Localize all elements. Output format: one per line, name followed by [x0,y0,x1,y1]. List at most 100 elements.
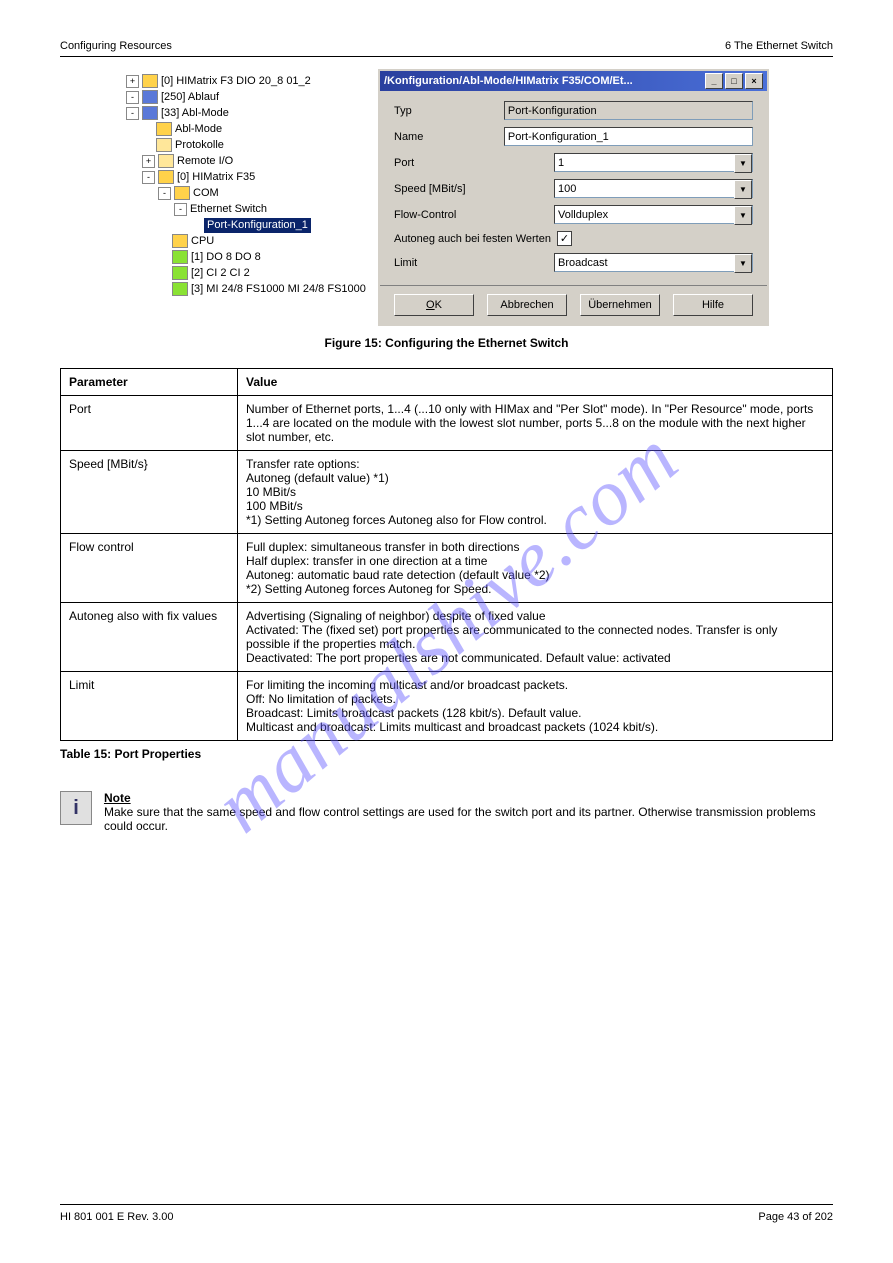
header-left: Configuring Resources [60,40,172,52]
tree-item-icon [156,122,172,136]
param-name: Port [61,396,238,451]
param-value: For limiting the incoming multicast and/… [238,672,833,741]
chevron-down-icon[interactable]: ▼ [734,254,752,273]
tree-node[interactable]: [2] CI 2 CI 2 [126,265,376,281]
tree-node[interactable]: Port-Konfiguration_1 [126,217,376,233]
field-port[interactable] [554,153,753,172]
tree-item-label: Remote I/O [177,154,233,169]
info-icon: i [60,791,92,825]
tree-item-label: Port-Konfiguration_1 [204,218,311,233]
tree-node[interactable]: Abl-Mode [126,121,376,137]
table-row: Autoneg also with fix valuesAdvertising … [61,603,833,672]
close-icon[interactable]: × [745,73,763,89]
tree-node[interactable]: -Ethernet Switch [126,201,376,217]
tree-node[interactable]: Protokolle [126,137,376,153]
note-body: Make sure that the same speed and flow c… [104,805,833,833]
field-name[interactable] [504,127,753,146]
field-typ [504,101,753,120]
tree-node[interactable]: + Remote I/O [126,153,376,169]
expand-icon[interactable]: - [158,187,171,200]
tree-item-label: Ethernet Switch [190,202,267,217]
dialog-titlebar[interactable]: /Konfiguration/Abl-Mode/HIMatrix F35/COM… [380,71,767,91]
header-right: 6 The Ethernet Switch [725,40,833,52]
expand-icon[interactable]: - [174,203,187,216]
minimize-icon[interactable]: _ [705,73,723,89]
tree-item-label: [2] CI 2 CI 2 [191,266,250,281]
tree-item-icon [142,90,158,104]
maximize-icon[interactable]: □ [725,73,743,89]
tree-node[interactable]: -[250] Ablauf [126,89,376,105]
tree-node[interactable]: - [33] Abl-Mode [126,105,376,121]
screenshot: + [0] HIMatrix F3 DIO 20_8 01_2-[250] Abl… [124,69,769,326]
chevron-down-icon[interactable]: ▼ [734,180,752,199]
label-limit: Limit [394,257,554,269]
field-limit[interactable] [554,253,753,272]
label-autoneg: Autoneg auch bei festen Werten [394,233,551,245]
tree-item-icon [172,282,188,296]
tree-item-icon [174,186,190,200]
table-row: LimitFor limiting the incoming multicast… [61,672,833,741]
tree-node[interactable]: - [0] HIMatrix F35 [126,169,376,185]
tree-node[interactable]: + [0] HIMatrix F3 DIO 20_8 01_2 [126,73,376,89]
tree-item-label: [0] HIMatrix F3 DIO 20_8 01_2 [161,74,311,89]
th-parameter: Parameter [61,369,238,396]
field-flow-control[interactable] [554,205,753,224]
tree-node[interactable]: CPU [126,233,376,249]
param-name: Limit [61,672,238,741]
param-value: Transfer rate options:Autoneg (default v… [238,451,833,534]
label-name: Name [394,131,504,143]
param-name: Speed [MBit/s} [61,451,238,534]
expand-icon[interactable]: - [142,171,155,184]
field-speed[interactable] [554,179,753,198]
table-row: PortNumber of Ethernet ports, 1...4 (...… [61,396,833,451]
tree-item-icon [156,138,172,152]
figure-caption: Figure 15: Configuring the Ethernet Swit… [60,336,833,350]
table-row: Speed [MBit/s}Transfer rate options:Auto… [61,451,833,534]
expand-icon[interactable]: - [126,91,139,104]
expand-icon[interactable]: + [126,75,139,88]
tree-view[interactable]: + [0] HIMatrix F3 DIO 20_8 01_2-[250] Abl… [124,69,378,326]
tree-node[interactable]: [3] MI 24/8 FS1000 MI 24/8 FS1000 [126,281,376,297]
tree-item-label: [33] Abl-Mode [161,106,229,121]
label-port: Port [394,157,554,169]
note-heading: Note [104,791,833,805]
label-typ: Typ [394,105,504,117]
tree-node[interactable]: [1] DO 8 DO 8 [126,249,376,265]
tree-item-icon [158,154,174,168]
tree-item-label: [0] HIMatrix F35 [177,170,255,185]
th-value: Value [238,369,833,396]
dialog-title: /Konfiguration/Abl-Mode/HIMatrix F35/COM… [384,75,703,87]
tree-item-label: Protokolle [175,138,224,153]
table-caption: Table 15: Port Properties [60,747,833,761]
tree-item-icon [172,250,188,264]
label-speed: Speed [MBit/s] [394,183,554,195]
expand-icon[interactable]: - [126,107,139,120]
expand-icon[interactable]: + [142,155,155,168]
param-value: Full duplex: simultaneous transfer in bo… [238,534,833,603]
checkbox-autoneg[interactable]: ✓ [557,231,572,246]
footer-left: HI 801 001 E Rev. 3.00 [60,1211,174,1223]
tree-item-label: Abl-Mode [175,122,222,137]
tree-item-label: [1] DO 8 DO 8 [191,250,261,265]
note-block: i Note Make sure that the same speed and… [60,791,833,833]
tree-item-label: CPU [191,234,214,249]
properties-dialog: /Konfiguration/Abl-Mode/HIMatrix F35/COM… [378,69,769,326]
help-button[interactable]: Hilfe [673,294,753,316]
parameters-table: Parameter Value PortNumber of Ethernet p… [60,368,833,741]
footer-right: Page 43 of 202 [758,1211,833,1223]
ok-button[interactable]: OK [394,294,474,316]
label-flow: Flow-Control [394,209,554,221]
chevron-down-icon[interactable]: ▼ [734,206,752,225]
tree-item-icon [142,74,158,88]
tree-item-label: COM [193,186,219,201]
tree-item-icon [158,170,174,184]
chevron-down-icon[interactable]: ▼ [734,154,752,173]
param-name: Autoneg also with fix values [61,603,238,672]
param-value: Advertising (Signaling of neighbor) desp… [238,603,833,672]
apply-button[interactable]: Übernehmen [580,294,660,316]
tree-item-icon [142,106,158,120]
page-footer: HI 801 001 E Rev. 3.00 Page 43 of 202 [60,1204,833,1223]
cancel-button[interactable]: Abbrechen [487,294,567,316]
tree-node[interactable]: - COM [126,185,376,201]
tree-item-icon [172,234,188,248]
